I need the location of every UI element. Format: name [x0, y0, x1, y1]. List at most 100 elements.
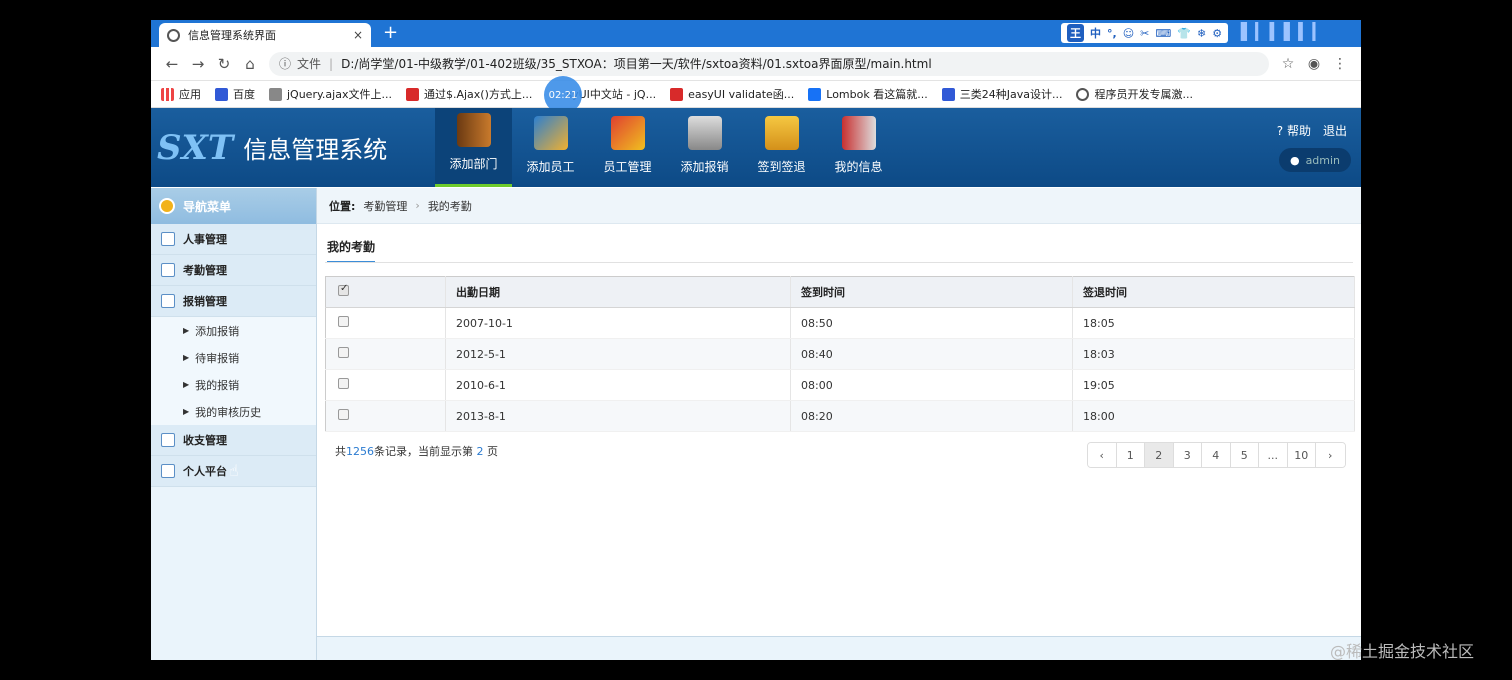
table-row[interactable]: 2010-6-1 08:00 19:05 [325, 369, 1355, 401]
bookmark-easyui-validate[interactable]: easyUI validate函... [670, 86, 794, 102]
back-icon[interactable]: ← [159, 55, 185, 73]
sidebar-item-attendance[interactable]: 考勤管理 [151, 255, 316, 286]
ime-emoji-icon[interactable]: ☺ [1123, 27, 1134, 40]
sidebar-sub-mine[interactable]: ▶ 我的报销 [151, 371, 316, 398]
page-info-prefix: 共 [335, 445, 346, 458]
pagination: ‹ 1 2 3 4 5 ... 10 › [1087, 442, 1346, 468]
table-row[interactable]: 2012-5-1 08:40 18:03 [325, 338, 1355, 370]
close-tab-icon[interactable]: × [353, 28, 363, 42]
bookmark-label: 百度 [233, 88, 255, 101]
home-icon[interactable]: ⌂ [237, 55, 263, 73]
browser-tab[interactable]: 信息管理系统界面 × [159, 23, 371, 47]
column-header[interactable]: 出勤日期 [445, 276, 791, 308]
pager-page[interactable]: 3 [1173, 443, 1202, 467]
pager-next-icon[interactable]: › [1316, 443, 1345, 467]
sidebar-item-hr[interactable]: 人事管理 [151, 224, 316, 255]
help-link[interactable]: ? 帮助 [1277, 122, 1311, 139]
edit-icon [161, 433, 175, 447]
table-cell: 08:20 [790, 400, 1073, 432]
breadcrumb-item[interactable]: 我的考勤 [428, 198, 472, 214]
ime-snow-icon[interactable]: ❄ [1197, 27, 1206, 40]
pager-page[interactable]: 1 [1116, 443, 1145, 467]
profile-icon[interactable]: ◉ [1301, 56, 1327, 72]
pager-page[interactable]: 4 [1202, 443, 1231, 467]
bookmark-apps[interactable]: 应用 [161, 86, 201, 102]
user-badge[interactable]: ● admin [1279, 148, 1351, 172]
logout-link[interactable]: 退出 [1323, 122, 1347, 139]
paw-icon [215, 87, 228, 101]
printer-icon [687, 116, 722, 150]
total-records: 1256 [346, 445, 374, 458]
bookmark-baidu[interactable]: 百度 [215, 86, 255, 102]
sub-label: 待审报销 [195, 351, 240, 365]
globe-icon [167, 28, 180, 42]
pager-page-current[interactable]: 2 [1145, 443, 1174, 467]
table-cell: 18:05 [1072, 307, 1355, 339]
reload-icon[interactable]: ↻ [211, 55, 237, 73]
menu-icon[interactable]: ⋮ [1327, 56, 1353, 72]
column-header[interactable]: 签到时间 [790, 276, 1073, 308]
user-icon: ● [1289, 153, 1300, 167]
ime-settings-icon[interactable]: ⚙ [1212, 27, 1222, 40]
table-cell: 19:05 [1072, 369, 1355, 401]
sidebar-item-finance[interactable]: 收支管理 [151, 425, 316, 456]
ime-chinese-icon[interactable]: 中 [1090, 25, 1101, 41]
table-cell: 18:03 [1072, 338, 1355, 370]
pager-page[interactable]: 5 [1230, 443, 1259, 467]
paw-icon [941, 87, 955, 101]
book-icon [456, 113, 491, 147]
current-page: 2 [476, 445, 484, 458]
globe-icon [1076, 87, 1090, 101]
ime-keyboard-icon[interactable]: ⌨ [1155, 27, 1171, 40]
row-checkbox[interactable] [338, 378, 349, 389]
url-field[interactable]: ⓘ 文件 | D:/尚学堂/01-中级教学/01-402班级/35_STXOA：… [269, 51, 1269, 76]
ime-skin-icon[interactable]: 👕 [1177, 27, 1191, 40]
pager-prev-icon[interactable]: ‹ [1088, 443, 1117, 467]
url-text[interactable]: D:/尚学堂/01-中级教学/01-402班级/35_STXOA：项目第一天/软… [341, 55, 932, 72]
bookmark-label: Lombok 看这篇就... [826, 88, 928, 101]
column-header[interactable]: 签退时间 [1072, 276, 1355, 308]
nav-add-dept[interactable]: 添加部门 [435, 108, 512, 187]
sidebar-item-reimburse[interactable]: 报销管理 [151, 286, 316, 317]
new-tab-button[interactable]: + [383, 22, 398, 43]
bookmark-ajax[interactable]: 通过$.Ajax()方式上... [405, 86, 532, 102]
sidebar-sub-pending[interactable]: ▶ 待审报销 [151, 344, 316, 371]
table-row[interactable]: 2007-10-1 08:50 18:05 [325, 307, 1355, 339]
bookmark-dev[interactable]: 程序员开发专属激... [1076, 86, 1193, 102]
ime-logo-icon[interactable]: 王 [1067, 24, 1084, 42]
star-icon[interactable]: ☆ [1275, 56, 1301, 72]
row-checkbox[interactable] [338, 316, 349, 327]
info-icon[interactable]: ⓘ [279, 55, 291, 72]
breadcrumb: 位置: 考勤管理 › 我的考勤 [317, 188, 1361, 224]
nav-checkin[interactable]: 签到签退 [743, 108, 820, 187]
zhihu-icon [808, 87, 822, 101]
sidebar-sub-history[interactable]: ▶ 我的审核历史 [151, 398, 316, 425]
watermark: @稀土掘金技术社区 [1330, 642, 1475, 661]
nav-my-info[interactable]: 我的信息 [820, 108, 897, 187]
select-all-checkbox[interactable] [338, 283, 349, 296]
breadcrumb-item[interactable]: 考勤管理 [363, 198, 407, 214]
table-cell: 2007-10-1 [445, 307, 791, 339]
nav-menu-header[interactable]: 导航菜单 [151, 188, 316, 224]
ime-scissors-icon[interactable]: ✂ [1140, 27, 1149, 40]
row-checkbox[interactable] [338, 409, 349, 420]
nav-add-employee[interactable]: 添加员工 [512, 108, 589, 187]
nav-menu-title: 导航菜单 [183, 199, 232, 214]
nav-add-reimburse[interactable]: 添加报销 [666, 108, 743, 187]
bookmark-label: 程序员开发专属激... [1094, 88, 1193, 101]
table-row[interactable]: 2013-8-1 08:20 18:00 [325, 400, 1355, 432]
bookmark-java[interactable]: 三类24种Java设计... [941, 86, 1062, 102]
ime-punct-icon[interactable]: °, [1107, 27, 1117, 40]
row-checkbox[interactable] [338, 347, 349, 358]
tools-icon [610, 116, 645, 150]
forward-icon[interactable]: → [185, 55, 211, 73]
ime-toolbar[interactable]: 王 中 °, ☺ ✂ ⌨ 👕 ❄ ⚙ [1061, 23, 1229, 43]
bookmark-lombok[interactable]: Lombok 看这篇就... [808, 86, 928, 102]
edit-icon [161, 464, 175, 478]
pager-page[interactable]: 10 [1287, 443, 1316, 467]
bookmark-jquery[interactable]: jQuery.ajax文件上... [269, 86, 392, 102]
sidebar-sub-add-reimburse[interactable]: ▶ 添加报销 [151, 317, 316, 344]
nav-employee-mgmt[interactable]: 员工管理 [589, 108, 666, 187]
app-header: SXT 信息管理系统 添加部门 添加员工 员工管理 添加报销 签到签退 我的信息… [151, 108, 1361, 187]
ruler-icon [533, 116, 568, 150]
